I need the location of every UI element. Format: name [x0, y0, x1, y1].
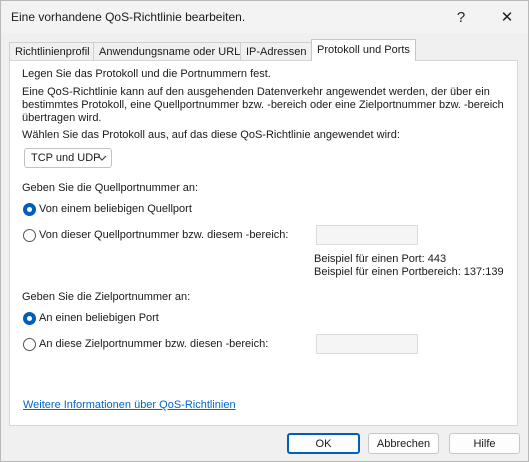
protocol-select[interactable]: TCP und UDP — [24, 148, 112, 168]
destination-any-radio[interactable] — [23, 312, 36, 325]
cancel-button[interactable]: Abbrechen — [368, 433, 439, 454]
destination-any-label[interactable]: An einen beliebigen Port — [39, 312, 159, 325]
close-button[interactable]: ✕ — [487, 1, 527, 33]
panel-description: Eine QoS-Richtlinie kann auf den ausgehe… — [22, 86, 504, 124]
source-specific-radio[interactable] — [23, 229, 36, 242]
destination-port-prompt: Geben Sie die Zielportnummer an: — [22, 291, 191, 303]
tab-ip-adressen[interactable]: IP-Adressen — [240, 42, 313, 60]
tab-richtlinienprofil[interactable]: Richtlinienprofil — [9, 42, 96, 60]
tab-anwendungsname-url[interactable]: Anwendungsname oder URL — [93, 42, 247, 60]
protocol-select-value: TCP und UDP — [31, 152, 101, 164]
help-icon: ? — [456, 8, 466, 26]
destination-specific-label[interactable]: An diese Zielportnummer bzw. diesen -ber… — [39, 338, 268, 351]
source-specific-label[interactable]: Von dieser Quellportnummer bzw. diesem -… — [39, 229, 288, 242]
destination-specific-radio[interactable] — [23, 338, 36, 351]
window-title: Eine vorhandene QoS-Richtlinie bearbeite… — [11, 10, 246, 24]
tab-protokoll-ports[interactable]: Protokoll und Ports — [311, 39, 416, 61]
qos-info-link[interactable]: Weitere Informationen über QoS-Richtlini… — [23, 399, 236, 411]
tab-panel-protokoll-ports: Legen Sie das Protokoll und die Portnumm… — [9, 60, 518, 426]
example-port-text: Beispiel für einen Port: 443 — [314, 253, 447, 265]
source-any-radio[interactable] — [23, 203, 36, 216]
help-button[interactable]: Hilfe — [449, 433, 520, 454]
destination-port-input[interactable] — [316, 334, 418, 354]
ok-button[interactable]: OK — [287, 433, 360, 454]
title-bar: Eine vorhandene QoS-Richtlinie bearbeite… — [1, 1, 528, 33]
protocol-prompt: Wählen Sie das Protokoll aus, auf das di… — [22, 129, 400, 141]
example-range-text: Beispiel für einen Portbereich: 137:139 — [314, 266, 504, 278]
tab-strip: Richtlinienprofil Anwendungsname oder UR… — [9, 39, 520, 61]
qos-policy-dialog: Eine vorhandene QoS-Richtlinie bearbeite… — [0, 0, 529, 462]
help-title-button[interactable]: ? — [441, 1, 481, 33]
panel-heading: Legen Sie das Protokoll und die Portnumm… — [22, 68, 271, 80]
chevron-down-icon — [97, 155, 107, 161]
source-port-prompt: Geben Sie die Quellportnummer an: — [22, 182, 199, 194]
close-icon: ✕ — [500, 9, 514, 26]
source-any-label[interactable]: Von einem beliebigen Quellport — [39, 203, 192, 216]
source-port-input[interactable] — [316, 225, 418, 245]
